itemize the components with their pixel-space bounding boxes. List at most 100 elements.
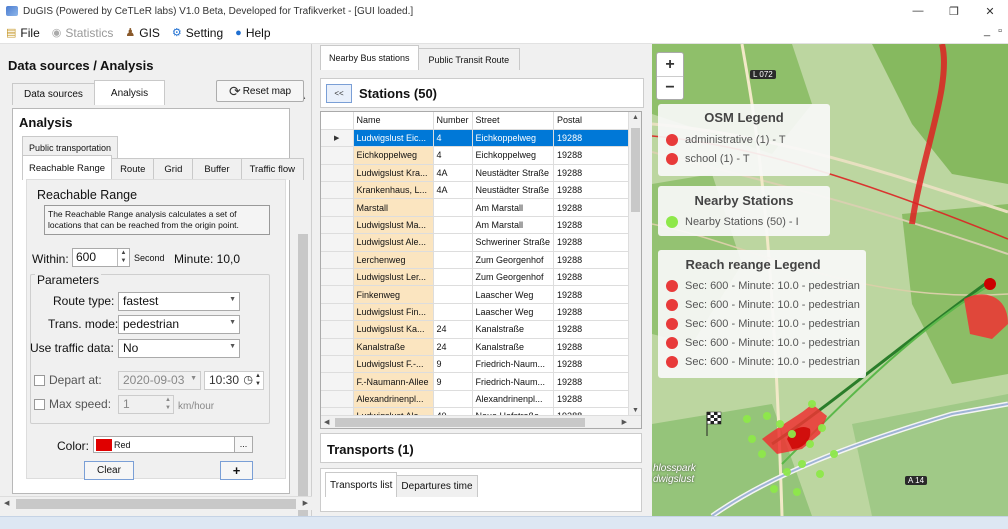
row-header[interactable] [321, 338, 354, 356]
time-stepper[interactable]: ▲ ▼ [255, 372, 261, 388]
table-cell[interactable] [433, 251, 473, 270]
row-header[interactable] [321, 303, 354, 322]
minimize-button[interactable]: — [900, 0, 936, 22]
table-cell[interactable]: Ludwigslust Ale... [353, 233, 434, 252]
left-horizontal-scrollbar[interactable]: ◀ ▶ [0, 496, 312, 510]
zoom-in-button[interactable]: + [657, 53, 683, 76]
table-row[interactable]: F.-Naumann-Allee 9 Friedrich-Naum... 19288 [321, 372, 633, 391]
close-button[interactable]: ✕ [972, 0, 1008, 22]
stations-horizontal-scrollbar[interactable]: ◀ ▶ [321, 415, 641, 428]
menu-file[interactable]: ▤ File [6, 26, 40, 40]
table-cell[interactable]: Laascher Weg [472, 285, 555, 304]
table-cell[interactable]: Ludwigslust Fin... [353, 303, 434, 322]
row-header[interactable] [321, 268, 354, 287]
table-cell[interactable]: 4A [433, 164, 473, 183]
table-cell[interactable]: 19288 [553, 268, 633, 287]
max-speed-checkbox[interactable] [34, 399, 45, 410]
tab-analysis[interactable]: Analysis [93, 80, 166, 105]
maximize-button[interactable]: ❐ [936, 0, 972, 22]
row-header[interactable]: ▶ [321, 129, 354, 148]
table-cell[interactable]: Ludwigslust Ka... [353, 320, 434, 339]
row-header[interactable] [321, 164, 354, 183]
table-cell[interactable]: Zum Georgenhof [472, 268, 555, 287]
depart-checkbox[interactable] [34, 375, 45, 386]
table-cell[interactable]: Ludwigslust Kra... [353, 164, 434, 183]
table-cell[interactable]: Schweriner Straße [472, 233, 555, 252]
table-cell[interactable]: 4 [433, 146, 473, 165]
menu-setting[interactable]: ⚙ Setting [172, 26, 223, 40]
table-cell[interactable] [433, 268, 473, 287]
trans-mode-select[interactable]: pedestrian ▼ [118, 315, 240, 334]
row-header[interactable] [321, 198, 354, 217]
column-header-name[interactable]: Name [353, 112, 434, 130]
table-cell[interactable]: 19288 [553, 320, 633, 339]
menu-statistics[interactable]: ◉ Statistics [52, 26, 114, 40]
reset-map-button[interactable]: ⟳ Reset map [216, 80, 304, 102]
table-cell[interactable]: Neustädter Straße [472, 164, 555, 183]
table-row[interactable]: Krankenhaus, L... 4A Neustädter Straße 1928… [321, 181, 633, 200]
column-header-street[interactable]: Street [472, 112, 555, 130]
table-cell[interactable]: 19288 [553, 390, 633, 409]
table-row[interactable]: Ludwigslust Fin... Laascher Weg 19288 [321, 303, 633, 322]
table-cell[interactable]: Eichkoppelweg [472, 146, 555, 165]
table-cell[interactable]: Finkenweg [353, 285, 434, 304]
table-cell[interactable]: 19288 [553, 355, 633, 374]
table-cell[interactable]: 19288 [553, 303, 633, 322]
row-header[interactable] [321, 355, 354, 374]
tab-public-transit-route[interactable]: Public Transit Route [417, 48, 521, 70]
table-cell[interactable]: 19288 [553, 285, 633, 304]
back-button[interactable]: << [326, 84, 352, 103]
color-picker-button[interactable]: ... [234, 436, 253, 453]
table-cell[interactable]: 24 [433, 320, 473, 339]
within-stepper[interactable]: ▲ ▼ [117, 249, 129, 266]
table-cell[interactable] [433, 233, 473, 252]
row-header[interactable] [321, 320, 354, 339]
traffic-data-select[interactable]: No ▼ [118, 339, 240, 358]
within-input[interactable]: 600 ▲ ▼ [72, 248, 130, 267]
tab-departures-time[interactable]: Departures time [396, 475, 478, 497]
table-cell[interactable]: 4A [433, 181, 473, 200]
table-cell[interactable]: 24 [433, 338, 473, 356]
row-header[interactable] [321, 181, 354, 200]
depart-time-field[interactable]: 10:30 ◷ ▲ ▼ [204, 371, 264, 390]
max-speed-stepper[interactable]: ▲ ▼ [165, 396, 171, 412]
table-row[interactable]: Ludwigslust Ma... Am Marstall 19288 [321, 216, 633, 235]
table-cell[interactable]: 19288 [553, 164, 633, 183]
table-row[interactable]: Finkenweg Laascher Weg 19288 [321, 285, 633, 304]
tab-route[interactable]: Route [111, 158, 155, 180]
table-row[interactable]: Ludwigslust Ler... Zum Georgenhof 19288 [321, 268, 633, 287]
menu-help[interactable]: ● Help [235, 26, 270, 40]
table-cell[interactable]: Neustädter Straße [472, 181, 555, 200]
tab-grid[interactable]: Grid [153, 158, 194, 180]
depart-date-field[interactable]: 2020-09-03 ▼ [118, 371, 201, 390]
tab-nearby-bus-stations[interactable]: Nearby Bus stations [320, 45, 419, 70]
tab-data-sources[interactable]: Data sources [12, 83, 95, 105]
table-cell[interactable]: 4 [433, 129, 473, 148]
column-header-number[interactable]: Number [433, 112, 473, 130]
table-cell[interactable] [433, 303, 473, 322]
table-row[interactable]: Alexandrinenpl... Alexandrinenpl... 19288 [321, 390, 633, 409]
table-cell[interactable]: Ludwigslust Ler... [353, 268, 434, 287]
table-cell[interactable]: Am Marstall [472, 216, 555, 235]
table-row[interactable]: Eichkoppelweg 4 Eichkoppelweg 19288 [321, 146, 633, 165]
table-cell[interactable]: Zum Georgenhof [472, 251, 555, 270]
table-cell[interactable] [433, 390, 473, 409]
row-header[interactable] [321, 372, 354, 391]
table-cell[interactable]: 9 [433, 372, 473, 391]
table-row[interactable]: Ludwigslust F.-... 9 Friedrich-Naum... 1928… [321, 355, 633, 374]
table-cell[interactable]: 9 [433, 355, 473, 374]
table-cell[interactable]: Kanalstraße [353, 338, 434, 356]
table-cell[interactable]: Kanalstraße [472, 338, 555, 356]
table-cell[interactable]: F.-Naumann-Allee [353, 372, 434, 391]
table-cell[interactable]: 19288 [553, 372, 633, 391]
table-cell[interactable]: 19288 [553, 216, 633, 235]
table-cell[interactable] [433, 285, 473, 304]
row-header[interactable] [321, 146, 354, 165]
table-row[interactable]: Marstall Am Marstall 19288 [321, 198, 633, 217]
row-header[interactable] [321, 233, 354, 252]
mdi-minimize-button[interactable]: _ [984, 25, 990, 37]
table-cell[interactable]: Ludwigslust F.-... [353, 355, 434, 374]
add-button[interactable]: + [220, 461, 253, 480]
table-cell[interactable]: Alexandrinenpl... [472, 390, 555, 409]
row-header[interactable] [321, 216, 354, 235]
